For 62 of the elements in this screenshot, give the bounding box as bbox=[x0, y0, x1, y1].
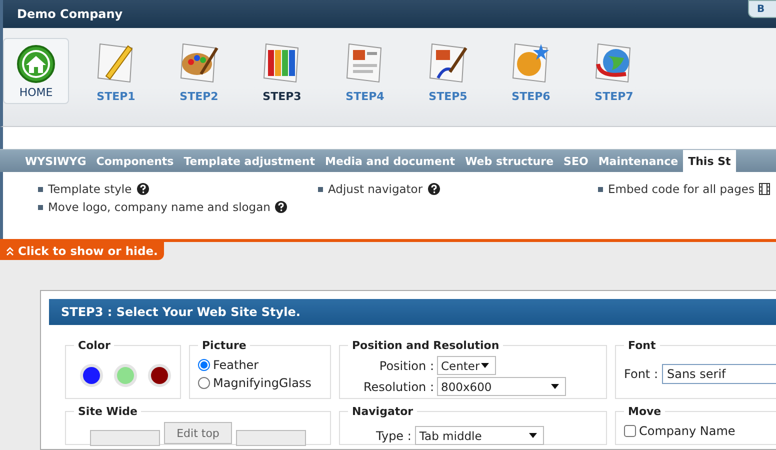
menu-tab[interactable]: Components bbox=[91, 150, 179, 172]
dropdown[interactable]: 800x600 bbox=[437, 377, 566, 396]
home-button[interactable]: HOME bbox=[3, 38, 69, 104]
step-button[interactable]: STEP2 bbox=[163, 38, 235, 103]
menu-tab[interactable]: This St bbox=[683, 150, 736, 172]
dropdown[interactable]: Center bbox=[437, 356, 496, 375]
group-legend: Move bbox=[624, 405, 666, 418]
bullet-icon bbox=[598, 186, 603, 192]
caret-icon bbox=[529, 433, 538, 438]
menu-link[interactable]: Template style bbox=[48, 182, 132, 196]
home-icon bbox=[16, 44, 56, 84]
radio-label: Feather bbox=[213, 358, 259, 372]
help-icon bbox=[275, 201, 288, 213]
toggle-tab[interactable]: Click to show or hide. bbox=[0, 242, 164, 260]
field-label: Type : bbox=[376, 428, 412, 442]
checkbox[interactable] bbox=[624, 425, 636, 437]
caret-icon bbox=[551, 384, 559, 389]
font-field[interactable]: Sans serif bbox=[662, 364, 776, 384]
radio-label: MagnifyingGlass bbox=[213, 376, 312, 390]
step-button[interactable]: STEP6 bbox=[495, 38, 567, 103]
menu-link[interactable]: Embed code for all pages bbox=[608, 182, 754, 196]
window-title: Demo Company bbox=[17, 7, 123, 21]
group-legend: Font bbox=[624, 339, 660, 352]
menu-tab[interactable]: WYSIWYG bbox=[20, 150, 92, 172]
group-legend: Color bbox=[74, 339, 114, 352]
dialog-title: STEP3 : Select Your Web Site Style. bbox=[61, 305, 300, 319]
radio-button[interactable] bbox=[198, 359, 210, 371]
step-button[interactable]: STEP4 bbox=[329, 38, 401, 103]
field-label: Resolution : bbox=[362, 380, 434, 394]
color-swatch[interactable] bbox=[148, 364, 171, 387]
menu-link[interactable]: Adjust navigator bbox=[328, 182, 423, 196]
step-button[interactable]: STEP7 bbox=[578, 38, 650, 103]
radio-button[interactable] bbox=[198, 377, 210, 389]
field-label: Position : bbox=[378, 358, 434, 372]
caret-icon bbox=[481, 363, 489, 368]
menu-tab[interactable]: Media and document bbox=[320, 150, 460, 172]
menu-tab[interactable]: SEO bbox=[558, 150, 594, 172]
menu-tab[interactable]: Web structure bbox=[460, 150, 559, 172]
help-icon bbox=[428, 183, 440, 195]
dropdown[interactable]: Tab middle bbox=[415, 426, 544, 445]
group-legend: Picture bbox=[198, 339, 250, 352]
checkbox-label: Company Name bbox=[639, 424, 736, 438]
group-legend: Position and Resolution bbox=[348, 339, 504, 352]
help-icon bbox=[136, 183, 149, 195]
field-label: Font : bbox=[624, 367, 658, 381]
film-icon bbox=[759, 183, 770, 195]
step-button[interactable]: STEP3 bbox=[246, 38, 318, 103]
menu-tab[interactable]: Maintenance bbox=[593, 150, 684, 172]
bullet-icon bbox=[318, 186, 323, 192]
bullet-icon bbox=[38, 186, 43, 192]
color-swatch[interactable] bbox=[80, 364, 103, 387]
menu-link[interactable]: Move logo, company name and slogan bbox=[48, 200, 270, 214]
bullet-icon bbox=[38, 204, 43, 210]
step-button[interactable]: STEP1 bbox=[80, 38, 152, 103]
menu-tab[interactable]: Template adjustment bbox=[178, 150, 320, 172]
step-button[interactable]: STEP5 bbox=[412, 38, 484, 103]
group-legend: Site Wide bbox=[74, 405, 142, 418]
corner-button[interactable]: B bbox=[748, 0, 776, 18]
group-legend: Navigator bbox=[348, 405, 418, 418]
color-swatch[interactable] bbox=[114, 364, 137, 387]
edit-top-button[interactable]: Edit top bbox=[164, 422, 232, 444]
chevron-up-icon bbox=[6, 246, 14, 256]
